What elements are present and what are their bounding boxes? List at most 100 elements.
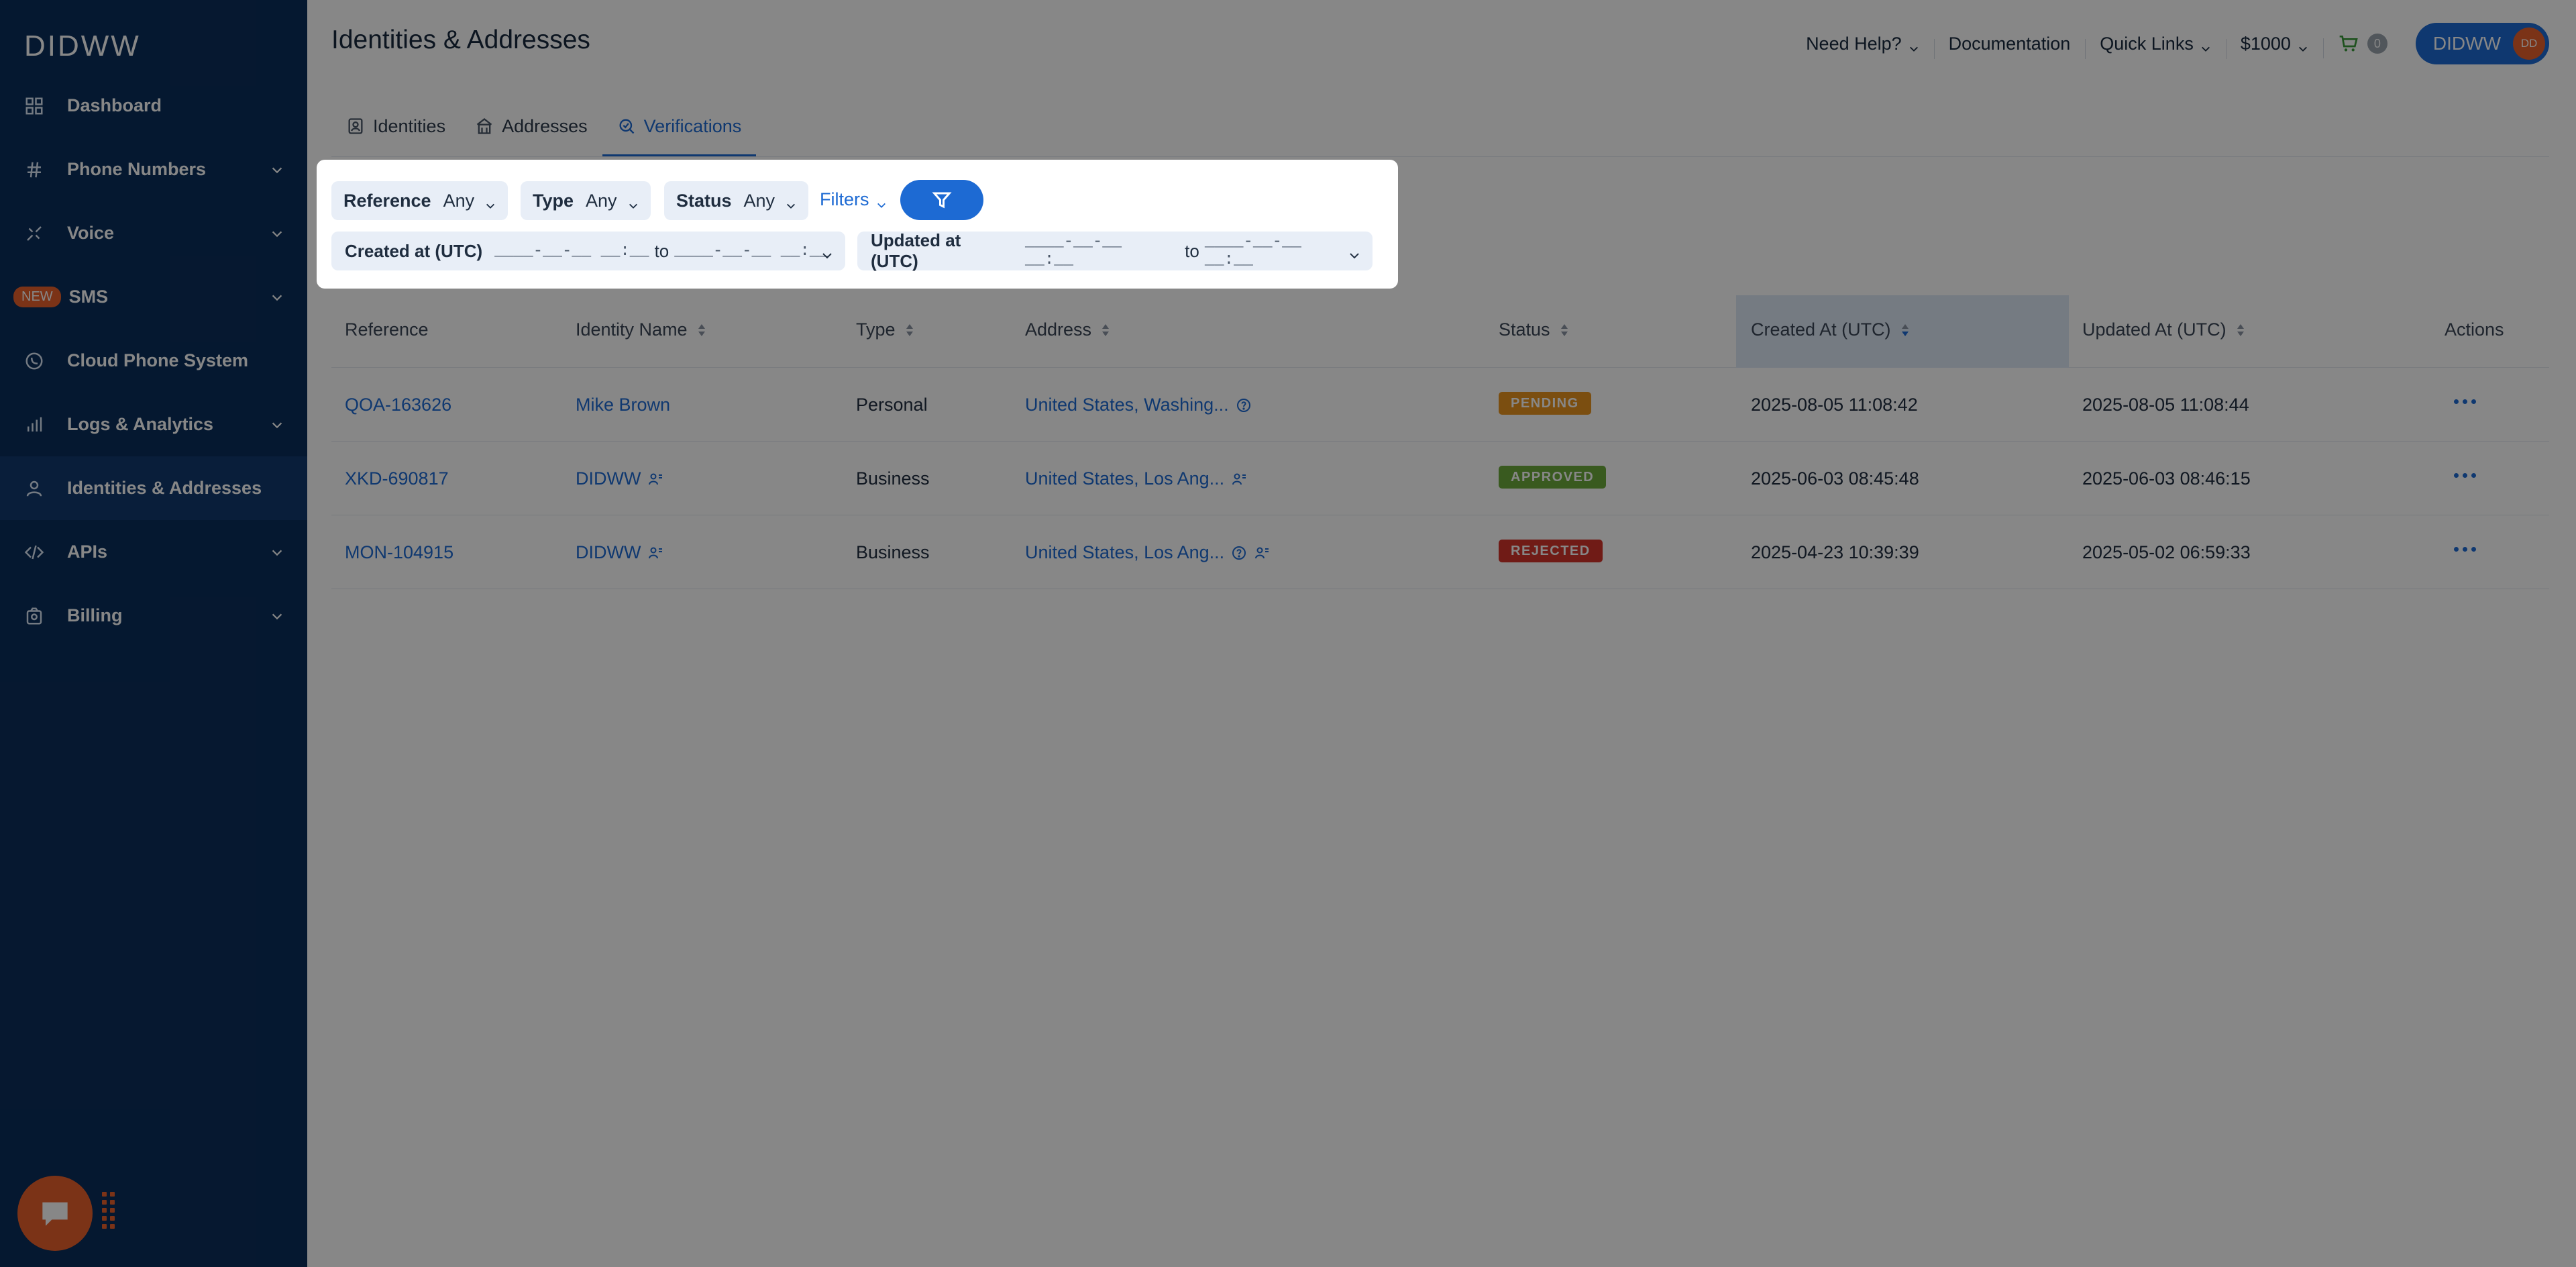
column-label: Actions xyxy=(2445,319,2504,340)
sidebar-item-label: Voice xyxy=(67,223,115,243)
balance-menu[interactable]: $1000 xyxy=(2225,34,2323,59)
sidebar-item-logs-analytics[interactable]: Logs & Analytics xyxy=(0,393,307,456)
help-circle-icon[interactable] xyxy=(1236,397,1252,413)
reference-filter[interactable]: Reference Any xyxy=(331,181,508,220)
address-link[interactable]: United States, Los Ang... xyxy=(1025,542,1270,563)
tab-addresses[interactable]: Addresses xyxy=(460,95,602,157)
table-row[interactable]: MON-104915 DIDWW Business United States,… xyxy=(331,515,2549,589)
funnel-icon xyxy=(932,192,952,209)
sidebar-item-label: Billing xyxy=(67,605,123,625)
type-filter[interactable]: Type Any xyxy=(521,181,651,220)
updated-to-input[interactable]: ____-__-__ __:__ xyxy=(1205,233,1359,269)
address-user-icon[interactable] xyxy=(1231,471,1247,487)
identity-link[interactable]: DIDWW xyxy=(576,468,663,489)
avatar: DD xyxy=(2513,28,2545,60)
tabs: Identities Addresses Verifications xyxy=(331,95,756,157)
status-badge: PENDING xyxy=(1499,392,1591,415)
address-user-icon[interactable] xyxy=(1254,545,1270,561)
account-menu-button[interactable]: DIDWW DD xyxy=(2415,23,2549,64)
table-row[interactable]: QOA-163626 Mike Brown Personal United St… xyxy=(331,368,2549,442)
sidebar: DIDWW Dashboard Phone Numbers Voice NEW … xyxy=(0,0,307,1267)
filters-label: Filters xyxy=(820,189,869,209)
tab-verifications[interactable]: Verifications xyxy=(602,95,757,157)
documentation-link[interactable]: Documentation xyxy=(1933,33,2086,59)
voice-icon xyxy=(24,223,44,244)
address-link[interactable]: United States, Los Ang... xyxy=(1025,468,1247,489)
reference-link[interactable]: QOA-163626 xyxy=(345,395,451,415)
row-actions-icon[interactable] xyxy=(2454,545,2481,554)
documentation-label: Documentation xyxy=(1948,33,2071,54)
chevron-down-icon xyxy=(2298,38,2308,52)
updated-at-cell: 2025-06-03 08:46:15 xyxy=(2082,468,2251,489)
sort-icon xyxy=(1101,322,1110,338)
identity-link[interactable]: DIDWW xyxy=(576,542,663,563)
sidebar-item-label: Logs & Analytics xyxy=(67,414,214,434)
reference-link[interactable]: MON-104915 xyxy=(345,542,453,563)
column-header-identity-name[interactable]: Identity Name xyxy=(576,319,706,340)
chat-button[interactable] xyxy=(17,1176,93,1251)
identity-details-icon[interactable] xyxy=(647,545,663,561)
sort-icon xyxy=(2236,322,2245,338)
column-label: Type xyxy=(856,319,896,340)
sidebar-item-voice[interactable]: Voice xyxy=(0,201,307,265)
sidebar-nav: Dashboard Phone Numbers Voice NEW SMS Cl… xyxy=(0,74,307,648)
cart-icon xyxy=(2339,36,2358,52)
quick-links-menu[interactable]: Quick Links xyxy=(2085,34,2226,59)
identity-details-icon[interactable] xyxy=(647,471,663,487)
address-link[interactable]: United States, Washing... xyxy=(1025,395,1252,415)
sidebar-item-apis[interactable]: APIs xyxy=(0,520,307,584)
more-filters-button[interactable]: Filters xyxy=(820,189,887,210)
identity-name: DIDWW xyxy=(576,468,641,489)
row-actions-icon[interactable] xyxy=(2454,397,2481,407)
created-at-cell: 2025-04-23 10:39:39 xyxy=(1751,542,1919,562)
column-header-address[interactable]: Address xyxy=(1025,319,1110,340)
filter-value: Any xyxy=(586,190,617,211)
updated-at-filter[interactable]: Updated at (UTC) ____-__-__ __:__ to ___… xyxy=(857,230,1373,271)
sort-desc-icon xyxy=(1900,322,1910,338)
address-text: United States, Washing... xyxy=(1025,395,1229,415)
filter-value: Any xyxy=(743,190,775,211)
chevron-down-icon xyxy=(1348,246,1360,259)
need-help-menu[interactable]: Need Help? xyxy=(1791,34,1934,54)
status-filter[interactable]: Status Any xyxy=(664,181,809,220)
sidebar-item-label: Identities & Addresses xyxy=(67,478,262,498)
need-help-label: Need Help? xyxy=(1806,33,1902,54)
sort-icon xyxy=(697,322,706,338)
table-row[interactable]: XKD-690817 DIDWW Business United States,… xyxy=(331,442,2549,515)
updated-from-input[interactable]: ____-__-__ __:__ xyxy=(1025,233,1179,269)
sidebar-item-cloud-phone-system[interactable]: Cloud Phone System xyxy=(0,329,307,393)
didww-logo[interactable]: DIDWW xyxy=(24,30,141,63)
column-header-reference[interactable]: Reference xyxy=(345,319,429,340)
identity-link[interactable]: Mike Brown xyxy=(576,395,670,415)
sidebar-item-billing[interactable]: Billing xyxy=(0,584,307,648)
column-header-updated-at[interactable]: Updated At (UTC) xyxy=(2082,319,2245,340)
sidebar-item-sms[interactable]: NEW SMS xyxy=(0,265,307,329)
apply-filter-button[interactable] xyxy=(900,180,983,220)
created-to-input[interactable]: ____-__-__ __:__ xyxy=(674,242,828,260)
column-label: Reference xyxy=(345,319,429,340)
tab-label: Verifications xyxy=(643,115,742,136)
created-at-filter[interactable]: Created at (UTC) ____-__-__ __:__ to ___… xyxy=(331,232,845,270)
help-circle-icon[interactable] xyxy=(1231,545,1247,561)
column-header-created-at[interactable]: Created At (UTC) xyxy=(1751,319,1910,340)
cart-button[interactable]: 0 xyxy=(2322,33,2402,58)
new-badge: NEW xyxy=(13,287,61,307)
tab-identities[interactable]: Identities xyxy=(331,95,460,157)
hash-icon xyxy=(24,160,44,180)
column-header-type[interactable]: Type xyxy=(856,319,914,340)
column-label: Status xyxy=(1499,319,1550,340)
created-from-input[interactable]: ____-__-__ __:__ xyxy=(494,242,649,260)
dashboard-icon xyxy=(24,96,44,116)
row-actions-icon[interactable] xyxy=(2454,471,2481,480)
column-header-status[interactable]: Status xyxy=(1499,319,1569,340)
sidebar-item-dashboard[interactable]: Dashboard xyxy=(0,74,307,138)
sidebar-item-identities-addresses[interactable]: Identities & Addresses xyxy=(0,456,307,520)
cart-count-badge: 0 xyxy=(2367,34,2387,54)
chevron-down-icon xyxy=(485,195,496,209)
created-at-cell: 2025-08-05 11:08:42 xyxy=(1751,395,1918,415)
cloud-phone-icon xyxy=(24,351,44,371)
sidebar-item-phone-numbers[interactable]: Phone Numbers xyxy=(0,138,307,201)
account-name: DIDWW xyxy=(2432,33,2501,54)
reference-link[interactable]: XKD-690817 xyxy=(345,468,449,489)
drag-handle-icon[interactable] xyxy=(102,1192,118,1229)
